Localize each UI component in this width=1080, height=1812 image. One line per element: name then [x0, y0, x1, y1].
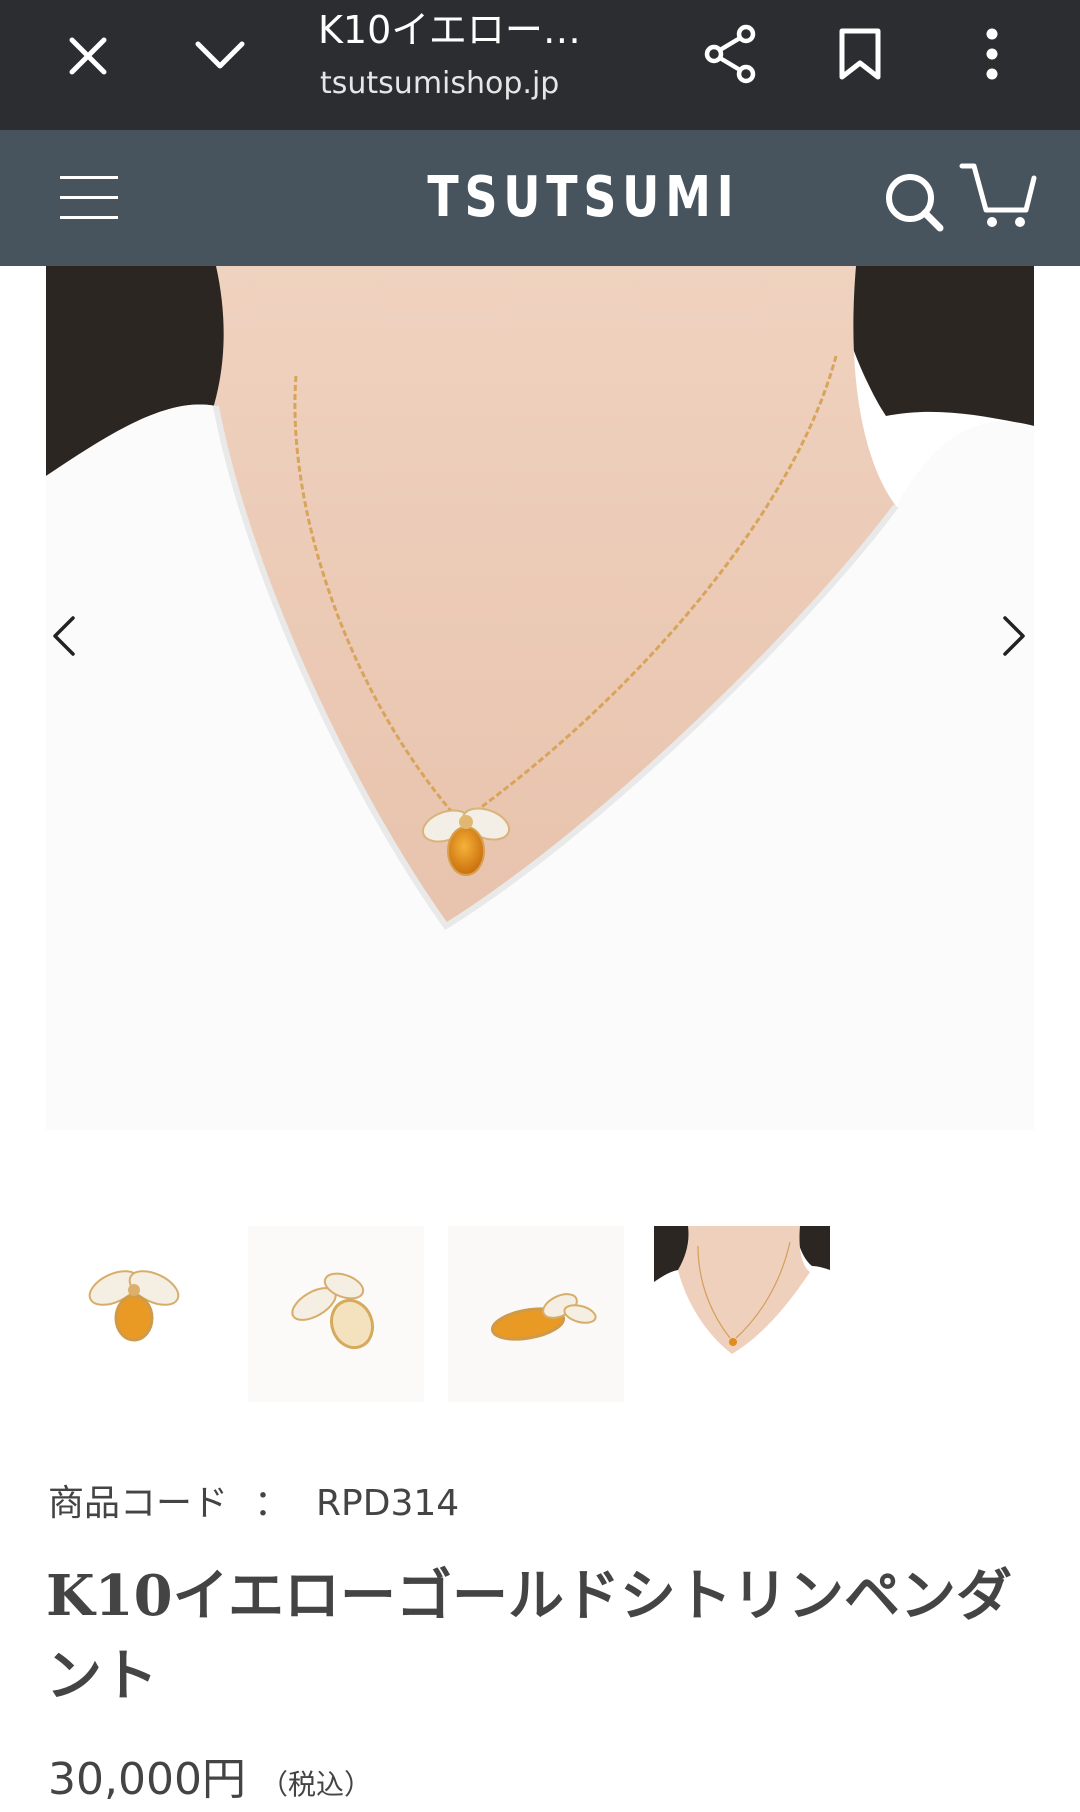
thumbnail-item[interactable]: [448, 1226, 624, 1402]
thumbnail-bee-front: [88, 1270, 180, 1342]
product-main-image[interactable]: [46, 266, 1034, 1130]
thumbnail-item[interactable]: [248, 1226, 424, 1402]
product-code-label: 商品コード: [48, 1483, 229, 1524]
site-logo[interactable]: TSUTSUMI: [427, 160, 733, 236]
model-necklace-image: [46, 266, 1034, 1130]
product-price: 30,000円: [48, 1754, 246, 1805]
thumbnail-bee-side: [490, 1293, 597, 1341]
more-vert-icon: [986, 28, 998, 80]
chevron-left-icon: [53, 616, 75, 656]
page-title: K10イエロー…: [318, 8, 581, 52]
minimize-button[interactable]: [184, 18, 256, 90]
search-button[interactable]: [880, 164, 952, 236]
cart-icon: [959, 163, 1037, 227]
product-code-row: 商品コード ： RPD314: [48, 1480, 459, 1528]
cart-button[interactable]: [958, 158, 1038, 238]
product-code-separator: ：: [254, 1483, 291, 1524]
share-button[interactable]: [692, 16, 768, 92]
chevron-right-icon: [1003, 616, 1025, 656]
tax-note: （税込）: [259, 1768, 372, 1801]
thumbnail-model: [654, 1226, 830, 1402]
browser-toolbar: K10イエロー… tsutsumishop.jp: [0, 0, 1080, 130]
price-row: 30,000円 （税込）: [48, 1752, 372, 1812]
site-header: TSUTSUMI: [0, 130, 1080, 266]
thumbnail-item[interactable]: [46, 1226, 222, 1402]
share-icon: [704, 24, 756, 84]
thumbnail-bee-angled: [291, 1272, 375, 1350]
close-tab-button[interactable]: [52, 20, 124, 92]
menu-icon: [60, 176, 118, 179]
bookmark-icon: [839, 28, 881, 80]
thumbnail-strip: [46, 1226, 1034, 1402]
bookmark-button[interactable]: [824, 16, 896, 92]
more-options-button[interactable]: [956, 16, 1028, 92]
chevron-down-icon: [195, 41, 245, 69]
page-url[interactable]: tsutsumishop.jp: [320, 64, 559, 104]
previous-image-button[interactable]: [46, 600, 92, 672]
close-icon: [69, 37, 107, 75]
product-title: K10イエローゴールドシトリンペンダント: [46, 1563, 1013, 1709]
next-image-button[interactable]: [986, 600, 1034, 672]
search-icon: [886, 174, 944, 232]
product-code-value: RPD314: [316, 1483, 460, 1524]
thumbnail-item-selected[interactable]: [654, 1226, 830, 1402]
menu-button[interactable]: [56, 170, 124, 226]
